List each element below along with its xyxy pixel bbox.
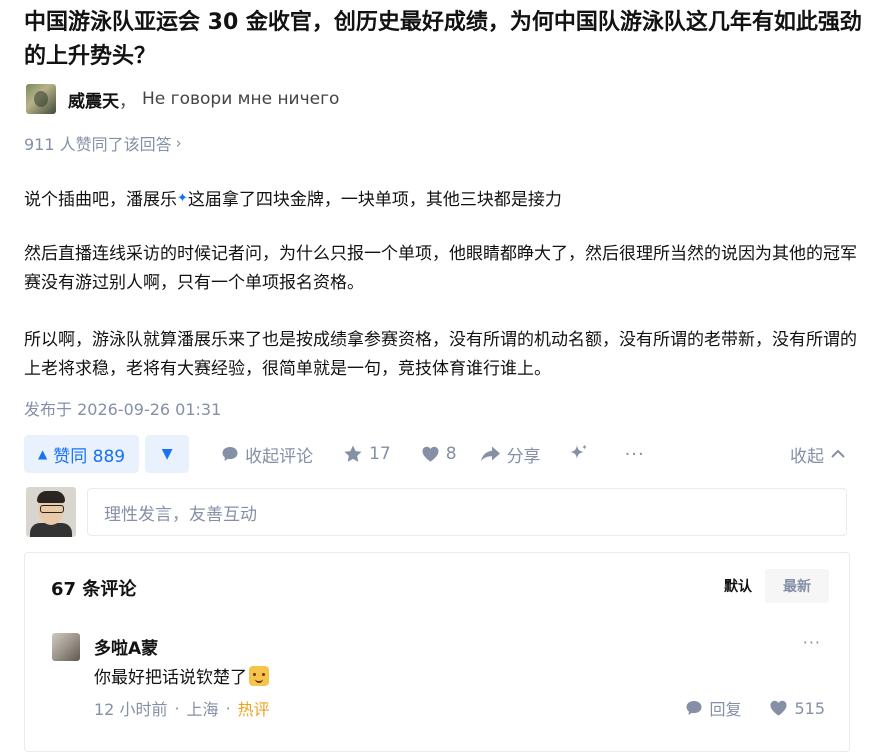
upvote-label: 赞同 889 — [53, 446, 126, 467]
author-avatar[interactable] — [26, 84, 56, 114]
collapse-comments-label: 收起评论 — [245, 446, 314, 467]
votes-summary-link[interactable]: 911 人赞同了该回答 › — [24, 131, 182, 155]
ai-sparkle-button[interactable] — [567, 443, 595, 465]
comments-panel: 67 条评论 默认 最新 多啦A蒙 ··· 你最好把话说钦楚了 12 小时前 ·… — [24, 552, 850, 752]
avatar-body — [30, 523, 72, 537]
author-bio: Не говори мне ничего — [142, 89, 340, 109]
triangle-up-icon: ▲ — [38, 447, 48, 461]
answer-paragraph-1: 说个插曲吧，潘展乐✦这届拿了四块金牌，一块单项，其他三块都是接力 — [24, 184, 858, 215]
comment-bubble-icon — [222, 447, 238, 461]
like-count: 8 — [445, 444, 457, 464]
like-button[interactable]: 8 — [421, 444, 457, 464]
triangle-down-icon: ▼ — [161, 446, 173, 462]
collapse-comments-button[interactable]: 收起评论 — [221, 442, 313, 467]
comment-bubble-icon — [686, 701, 702, 715]
favorite-count: 17 — [369, 444, 391, 464]
upvote-button[interactable]: ▲ 赞同 889 — [24, 435, 140, 473]
comment-text: 你最好把话说钦楚了 — [94, 663, 269, 688]
more-icon: ··· — [624, 443, 645, 465]
answer-paragraph-2: 然后直播连线采访的时候记者问，为什么只报一个单项，他眼睛都睁大了，然后很理所当然… — [24, 244, 857, 293]
answer-paragraph-1-end: 这届拿了四块金牌，一块单项，其他三块都是接力 — [187, 190, 562, 210]
share-label: 分享 — [506, 446, 541, 467]
heart-icon — [422, 446, 439, 462]
hot-comment-tag: 热评 — [237, 700, 270, 719]
commenter-avatar[interactable] — [52, 633, 80, 661]
author-separator: ， — [119, 91, 136, 112]
comment-time: 12 小时前 — [94, 700, 168, 719]
publish-date: 发布于 2026-09-26 01:31 — [24, 400, 222, 419]
author-info: 威震天 ， Не говори мне ничего — [26, 84, 339, 114]
votes-summary-text: 911 人赞同了该回答 — [24, 135, 172, 154]
share-arrow-icon — [480, 446, 500, 462]
comment-location: 上海 — [186, 700, 219, 719]
heart-icon — [770, 700, 787, 716]
author-name[interactable]: 威震天 — [68, 87, 119, 112]
reply-label: 回复 — [709, 700, 742, 719]
comment-like-count: 515 — [794, 698, 825, 718]
more-options-button[interactable]: ··· — [625, 444, 645, 465]
sort-default-tab[interactable]: 默认 — [711, 569, 765, 603]
comment-meta: 12 小时前 · 上海 · 热评 — [94, 696, 270, 720]
share-button[interactable]: 分享 — [479, 442, 541, 467]
avatar-hair — [37, 491, 65, 503]
comment-sort-toggle: 默认 最新 — [711, 569, 829, 603]
collapse-label: 收起 — [790, 446, 824, 467]
comments-count: 67 条评论 — [51, 579, 137, 600]
sparkle-icon — [569, 444, 587, 459]
comment-actions: 回复 515 — [685, 696, 825, 720]
cat-emoji-icon — [249, 665, 269, 686]
sort-newest-tab[interactable]: 最新 — [765, 569, 829, 603]
question-title[interactable]: 中国游泳队亚运会 30 金收官，创历史最好成绩，为何中国队游泳队这几年有如此强劲… — [24, 6, 864, 74]
comment-text-body: 你最好把话说钦楚了 — [94, 668, 247, 688]
sparkle-icon[interactable]: ✦ — [177, 191, 188, 206]
collapse-answer-button[interactable]: 收起 — [790, 442, 846, 467]
comment-more-button[interactable]: ··· — [803, 633, 821, 652]
chevron-right-icon: › — [175, 134, 182, 152]
meta-dot: · — [174, 698, 180, 718]
favorite-button[interactable]: 17 — [343, 444, 391, 464]
avatar-glasses — [40, 505, 64, 513]
reply-button[interactable]: 回复 — [685, 696, 741, 720]
commenter-name[interactable]: 多啦A蒙 — [94, 634, 158, 659]
chevron-up-icon — [831, 449, 845, 458]
meta-dot: · — [225, 698, 231, 718]
comment-input-placeholder: 理性发言，友善互动 — [104, 504, 257, 525]
downvote-button[interactable]: ▼ — [145, 435, 190, 473]
star-icon — [344, 445, 362, 462]
answer-action-bar: ▲ 赞同 889 ▼ 收起评论 17 8 分享 ··· 收起 — [24, 435, 854, 473]
answer-paragraph-3: 所以啊，游泳队就算潘展乐来了也是按成绩拿参赛资格，没有所谓的机动名额，没有所谓的… — [24, 330, 857, 379]
current-user-avatar[interactable] — [26, 487, 76, 537]
answer-paragraph-1-start: 说个插曲吧，潘展乐 — [24, 190, 177, 210]
comment-input[interactable]: 理性发言，友善互动 — [87, 488, 847, 536]
comment-like-button[interactable]: 515 — [769, 699, 825, 718]
